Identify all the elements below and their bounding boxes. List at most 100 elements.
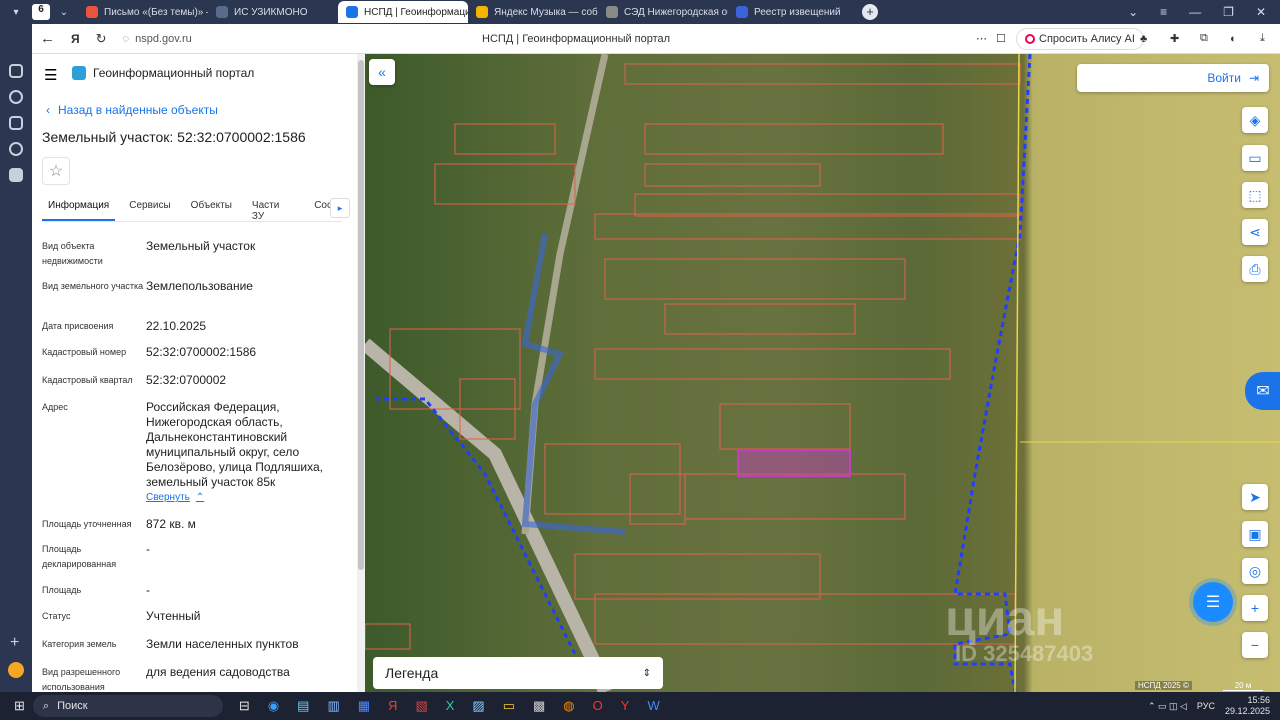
notes-icon[interactable] [9,116,23,130]
panel-scrollbar[interactable] [357,54,365,692]
edge-icon[interactable]: ◉ [268,698,279,714]
tabs-next-button[interactable]: ▸ [330,198,350,218]
word-icon[interactable]: W [647,698,659,714]
tabs-icon[interactable] [9,168,23,182]
yandex-browser-icon[interactable]: Y [621,698,630,714]
clock[interactable]: 15:56 29.12.2025 [1225,695,1270,717]
language-indicator[interactable]: РУС [1197,701,1215,711]
windows-start-icon[interactable]: ⊞ [14,698,25,714]
tab-nspd[interactable]: НСПД | Геоинформаци✕ [338,1,468,23]
collections-icon[interactable] [9,64,23,78]
back-link[interactable]: ‹ Назад в найденные объекты [46,103,218,117]
tab-information[interactable]: Информация [42,200,116,221]
mail-icon [86,6,98,18]
history-icon[interactable] [9,90,23,104]
yandex-icon[interactable]: Я [388,698,397,714]
parcel-outlines [365,63,1021,650]
legend-dropdown[interactable]: Легенда ⇕ [373,657,663,689]
bookmarks-icon[interactable]: ⌄ [1128,5,1138,19]
tab-services[interactable]: Сервисы [129,200,170,221]
bookmark-icon[interactable]: ☐ [996,32,1006,45]
search-icon: ⌕ [42,699,50,712]
hamburger-icon[interactable]: ☰ [44,66,57,84]
tab-objects[interactable]: Объекты [191,200,232,221]
tab-list-chevron-icon[interactable]: ⌄ [50,7,78,18]
scale-bar: 20 м [1223,681,1263,691]
feedback-icon[interactable]: ✉ [1245,372,1280,410]
field-parcel-type: Вид земельного участка Землепользование [42,279,253,293]
collections-icon[interactable]: ⧉ [1200,32,1208,45]
task-view-icon[interactable]: ⊟ [239,698,250,714]
new-tab-button[interactable]: + [862,4,878,20]
app-icon[interactable]: ▨ [472,698,484,714]
downloads-icon[interactable]: ⤓ [1260,32,1265,45]
extension-icon[interactable]: ♣ [1140,33,1147,45]
window-close-icon[interactable]: ✕ [1256,5,1266,19]
watermark-id: ID 325487403 [955,641,1094,666]
login-button[interactable]: Войти ⇥ [1077,64,1269,92]
reload-icon[interactable]: ↻ [96,31,107,47]
geolocation-icon[interactable]: ◎ [1242,558,1268,584]
more-icon[interactable]: ⋯ [976,32,987,45]
firefox-icon[interactable]: ◍ [563,698,574,714]
site-info-icon[interactable]: ◌ [123,33,130,45]
maximize-icon[interactable]: ❐ [1223,5,1234,19]
app-icon[interactable]: ▥ [327,698,339,714]
browser-menu-icon[interactable]: ▾ [0,1,32,23]
ruler-icon[interactable]: ▭ [1242,145,1268,171]
menu-icon[interactable]: ≡ [1160,5,1167,19]
back-arrow-icon[interactable]: ← [40,30,55,47]
app-icon[interactable]: ▩ [533,698,545,714]
tab-uzikmono[interactable]: ИС УЗИКМОНО [208,1,338,23]
yandex-icon[interactable]: Я [71,32,80,46]
layers-icon[interactable]: ◈ [1242,107,1268,133]
favorite-star-icon[interactable]: ☆ [42,157,70,185]
share-icon[interactable]: ⋖ [1242,219,1268,245]
chat-button[interactable]: ☰ [1193,582,1233,622]
opera-icon[interactable]: O [593,698,603,714]
explorer-icon[interactable]: ▭ [503,698,515,714]
field-cadastral-quarter: Кадастровый квартал 52:32:0700002 [42,373,227,387]
puzzle-icon[interactable]: ✚ [1170,32,1179,45]
chevron-updown-icon: ⇕ [642,667,651,679]
tab-music[interactable]: Яндекс Музыка — собира [468,1,598,23]
app-icon[interactable]: ▧ [415,698,427,714]
sed-icon [606,6,618,18]
field-status: Статус Учтенный [42,609,201,623]
zoom-out-button[interactable]: − [1242,632,1268,658]
tray-icons[interactable]: ⌃ ▭ ◫ ◁ [1148,701,1187,712]
alice-button[interactable]: Спросить Алису AI [1016,27,1144,50]
profile-icon[interactable]: ◐ [1230,33,1237,45]
print-icon[interactable]: ⎙ [1242,256,1268,282]
object-info-panel: ☰ Геоинформационный портал ‹ Назад в най… [32,54,365,692]
tab-registry[interactable]: Реестр извещений [728,1,858,23]
add-panel-icon[interactable]: + [10,634,19,652]
app-icon[interactable]: ▤ [297,698,309,714]
field-land-category: Категория земель Земли населенных пунктов [42,637,299,651]
map-view[interactable]: « Войти ⇥ ◈ ▭ ⬚ ⋖ ⎙ ✉ ➤ ▣ ◎ ☰ + − циан I… [365,54,1280,692]
collapse-panel-button[interactable]: « [369,59,395,85]
yandex-icon[interactable] [8,662,24,678]
tab-parts[interactable]: Части ЗУ [252,200,294,222]
field-date: Дата присвоения 22.10.2025 [42,319,207,333]
url-field[interactable]: nspd.gov.ru [135,33,192,45]
tab-mail[interactable]: Письмо «(Без темы)» — П [78,1,208,23]
browser-tabbar: ▾ 6 ⌄ Письмо «(Без темы)» — П ИС УЗИКМОН… [0,0,1280,24]
road [365,338,612,692]
scrollbar-thumb[interactable] [358,60,364,570]
excel-icon[interactable]: X [446,698,455,714]
nspd-icon [346,6,358,18]
tab-count[interactable]: 6 [32,4,50,20]
locate-icon[interactable]: ➤ [1242,484,1268,510]
taskbar-search[interactable]: ⌕ Поиск [32,695,223,717]
tab-sed[interactable]: СЭД Нижегородская обл [598,1,728,23]
field-permitted-use: Вид разрешенного использования для ведени… [42,665,290,692]
select-area-icon[interactable]: ⬚ [1242,182,1268,208]
minimize-icon[interactable]: — [1189,5,1201,19]
selected-parcel[interactable] [737,449,851,477]
app-icon[interactable]: ▦ [358,698,370,714]
zoom-in-button[interactable]: + [1242,595,1268,621]
collapse-link[interactable]: Свернуть ⌃ [146,492,204,503]
play-icon[interactable] [9,142,23,156]
minimap-icon[interactable]: ▣ [1242,521,1268,547]
